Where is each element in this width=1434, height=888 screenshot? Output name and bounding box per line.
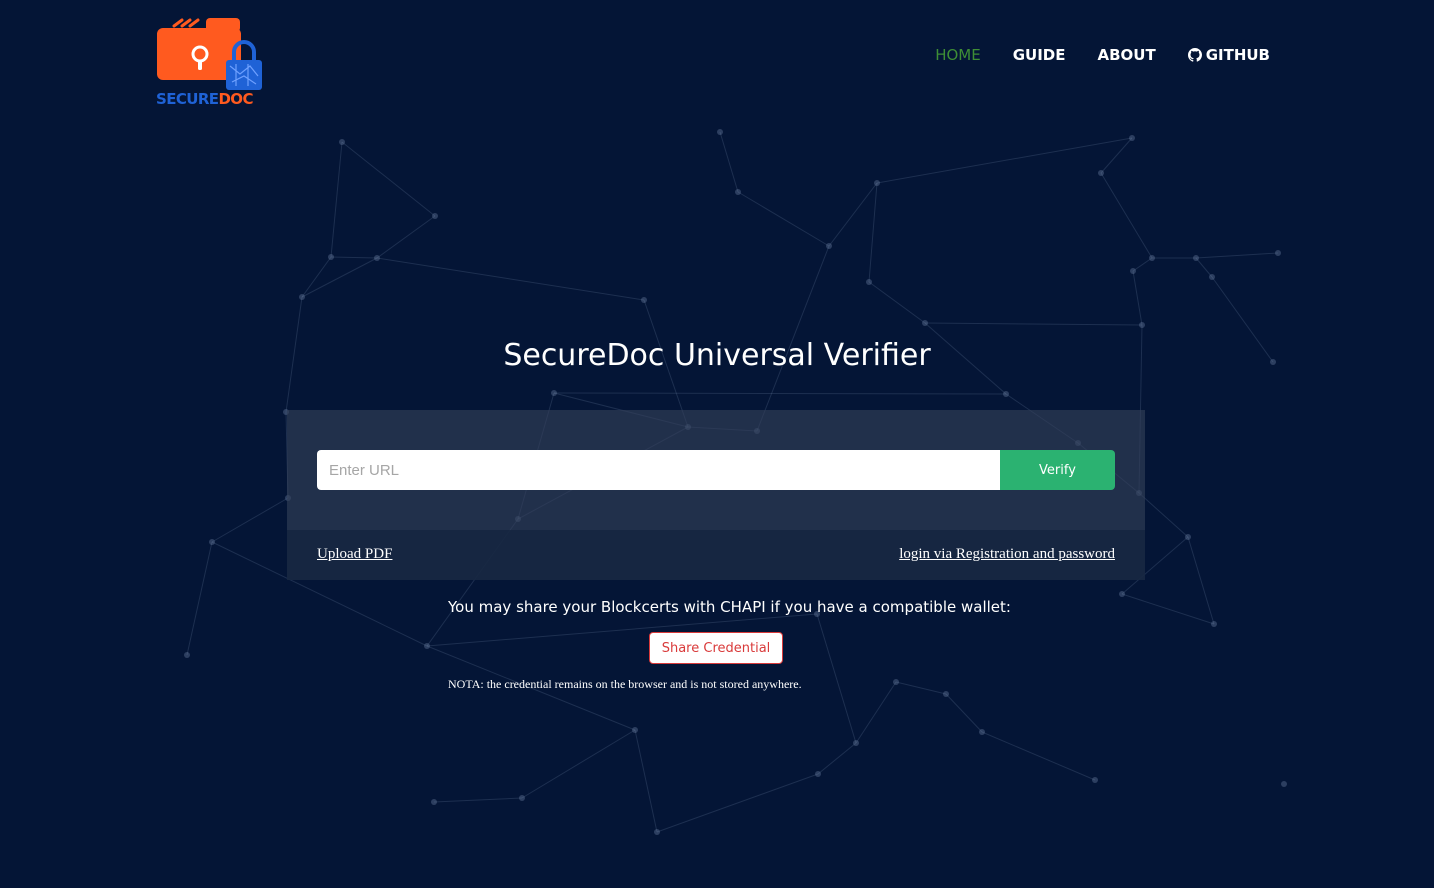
- network-node: [874, 180, 880, 186]
- card-input-area: Verify: [287, 410, 1145, 530]
- network-line: [817, 742, 857, 775]
- network-line: [855, 681, 897, 744]
- network-node: [641, 297, 647, 303]
- network-line: [1132, 270, 1143, 326]
- network-node: [1149, 255, 1155, 261]
- verifier-card: Verify Upload PDF login via Registration…: [287, 410, 1145, 580]
- network-node: [1211, 621, 1217, 627]
- network-line: [981, 731, 1096, 781]
- network-node: [1185, 534, 1191, 540]
- login-link[interactable]: login via Registration and password: [899, 546, 1115, 563]
- upload-pdf-link[interactable]: Upload PDF: [317, 546, 392, 563]
- network-line: [895, 681, 947, 695]
- network-line: [211, 497, 289, 543]
- network-node: [551, 390, 557, 396]
- network-line: [1100, 172, 1153, 259]
- network-node: [632, 727, 638, 733]
- network-node: [1209, 274, 1215, 280]
- network-line: [737, 191, 830, 247]
- network-node: [654, 829, 660, 835]
- network-line: [301, 256, 332, 298]
- logo-icon: [157, 18, 262, 90]
- network-line: [330, 256, 378, 259]
- network-node: [866, 279, 872, 285]
- nav-about[interactable]: ABOUT: [1097, 46, 1155, 64]
- network-node: [1098, 170, 1104, 176]
- network-node: [717, 129, 723, 135]
- network-node: [1130, 268, 1136, 274]
- credential-note: NOTA: the credential remains on the brow…: [448, 677, 802, 691]
- network-line: [719, 131, 739, 193]
- chapi-share-text: You may share your Blockcerts with CHAPI…: [448, 598, 1011, 616]
- share-credential-button[interactable]: Share Credential: [649, 632, 783, 664]
- verify-button[interactable]: Verify: [1000, 450, 1115, 490]
- network-line: [876, 137, 1133, 184]
- network-node: [1275, 250, 1281, 256]
- network-line: [1195, 252, 1279, 259]
- network-line: [1138, 492, 1189, 538]
- network-node: [943, 691, 949, 697]
- network-node: [893, 679, 899, 685]
- network-line: [868, 281, 926, 324]
- network-node: [979, 729, 985, 735]
- network-node: [339, 139, 345, 145]
- network-node: [1129, 135, 1135, 141]
- network-line: [1121, 593, 1215, 625]
- network-node: [1281, 781, 1287, 787]
- network-line: [330, 141, 343, 258]
- nav-guide[interactable]: GUIDE: [1013, 46, 1066, 64]
- page: SECUREDOC HOME GUIDE ABOUT GITHUB Secure…: [0, 0, 1434, 888]
- network-node: [922, 320, 928, 326]
- nav-home[interactable]: HOME: [935, 46, 981, 64]
- network-line: [656, 773, 819, 833]
- network-node: [299, 294, 305, 300]
- network-line: [1195, 257, 1213, 278]
- network-node: [519, 795, 525, 801]
- network-node: [424, 643, 430, 649]
- network-node: [826, 243, 832, 249]
- network-line: [816, 613, 857, 744]
- logo-wordmark: SECUREDOC: [156, 90, 253, 108]
- network-node: [431, 799, 437, 805]
- page-title: SecureDoc Universal Verifier: [503, 338, 931, 373]
- network-node: [1003, 391, 1009, 397]
- network-node: [815, 771, 821, 777]
- url-input[interactable]: [317, 450, 1000, 490]
- network-line: [186, 541, 213, 656]
- network-line: [868, 182, 878, 283]
- network-node: [735, 189, 741, 195]
- github-icon: [1187, 48, 1202, 62]
- network-node: [1193, 255, 1199, 261]
- network-line: [924, 322, 1143, 326]
- network-node: [432, 213, 438, 219]
- network-node: [853, 740, 859, 746]
- network-line: [376, 215, 436, 259]
- network-node: [1139, 322, 1145, 328]
- network-line: [1100, 137, 1133, 174]
- nav-github[interactable]: GITHUB: [1187, 46, 1270, 64]
- network-line: [634, 729, 658, 833]
- network-node: [328, 254, 334, 260]
- network-node: [1092, 777, 1098, 783]
- network-line: [553, 392, 1007, 395]
- securedoc-logo[interactable]: SECUREDOC: [156, 16, 268, 110]
- network-line: [301, 257, 378, 298]
- network-node: [374, 255, 380, 261]
- network-line: [341, 141, 436, 217]
- network-line: [521, 729, 636, 799]
- network-line: [1187, 536, 1215, 625]
- network-line: [376, 257, 645, 301]
- network-line: [1132, 257, 1153, 272]
- network-node: [184, 652, 190, 658]
- network-line: [945, 693, 983, 733]
- main-nav: HOME GUIDE ABOUT GITHUB: [935, 46, 1270, 64]
- network-node: [1119, 591, 1125, 597]
- network-line: [828, 182, 878, 247]
- network-line: [433, 797, 523, 803]
- network-node: [209, 539, 215, 545]
